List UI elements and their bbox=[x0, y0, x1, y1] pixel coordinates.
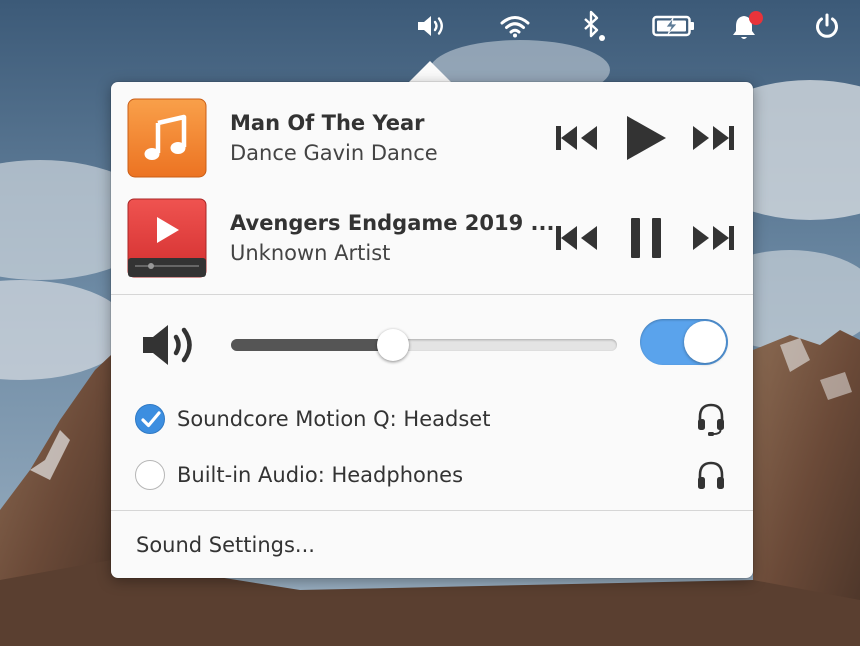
track-title: Avengers Endgame 2019 ... bbox=[230, 211, 555, 235]
separator bbox=[111, 294, 753, 295]
volume-slider-fill bbox=[231, 339, 394, 351]
power-indicator[interactable] bbox=[809, 9, 845, 43]
top-panel bbox=[0, 0, 860, 52]
notifications-indicator[interactable] bbox=[729, 9, 765, 43]
bluetooth-indicator[interactable] bbox=[576, 9, 612, 43]
track-artist: Dance Gavin Dance bbox=[230, 141, 438, 165]
next-button[interactable] bbox=[689, 114, 737, 162]
wifi-indicator[interactable] bbox=[497, 9, 533, 43]
switch-knob bbox=[684, 321, 726, 363]
battery-indicator[interactable] bbox=[651, 9, 697, 43]
notifications-icon bbox=[733, 11, 763, 39]
play-button[interactable] bbox=[620, 114, 672, 162]
separator bbox=[111, 510, 753, 511]
bluetooth-icon bbox=[584, 10, 605, 41]
volume-slider-handle[interactable] bbox=[377, 329, 410, 361]
pause-icon bbox=[631, 218, 661, 258]
volume-slider[interactable] bbox=[231, 327, 617, 363]
power-icon bbox=[816, 13, 838, 38]
device-radio-unselected[interactable] bbox=[135, 460, 165, 490]
sound-popover: Man Of The Year Dance Gavin Dance Avenge… bbox=[111, 82, 753, 578]
music-note-icon[interactable] bbox=[127, 98, 207, 178]
volume-indicator[interactable] bbox=[414, 9, 450, 43]
popover-arrow bbox=[408, 61, 452, 83]
headset-icon bbox=[698, 403, 724, 436]
device-label: Built-in Audio: Headphones bbox=[177, 463, 464, 487]
device-radio-selected[interactable] bbox=[135, 404, 165, 434]
volume-icon bbox=[418, 16, 443, 36]
speaker-icon[interactable] bbox=[141, 322, 203, 368]
media-player-music: Man Of The Year Dance Gavin Dance bbox=[127, 98, 737, 178]
track-title: Man Of The Year bbox=[230, 111, 425, 135]
battery-charging-icon bbox=[652, 15, 694, 37]
skip-next-icon bbox=[693, 226, 734, 250]
skip-previous-icon bbox=[556, 226, 597, 250]
skip-previous-icon bbox=[556, 126, 597, 150]
volume-slider-trough bbox=[231, 339, 617, 351]
next-button[interactable] bbox=[689, 214, 737, 262]
previous-button[interactable] bbox=[553, 214, 601, 262]
skip-next-icon bbox=[693, 126, 734, 150]
video-play-icon[interactable] bbox=[127, 198, 207, 278]
headphones-icon bbox=[698, 461, 724, 489]
wifi-icon bbox=[500, 16, 530, 38]
checkmark-icon bbox=[141, 411, 161, 428]
device-label: Soundcore Motion Q: Headset bbox=[177, 407, 491, 431]
output-device-headset[interactable]: Soundcore Motion Q: Headset bbox=[133, 399, 733, 439]
pause-button[interactable] bbox=[620, 214, 672, 262]
volume-mute-switch[interactable] bbox=[640, 319, 728, 365]
sound-settings-button[interactable]: Sound Settings... bbox=[111, 516, 753, 576]
play-icon bbox=[627, 116, 666, 160]
previous-button[interactable] bbox=[553, 114, 601, 162]
media-player-video: Avengers Endgame 2019 ... Unknown Artist bbox=[127, 198, 737, 278]
sound-settings-label: Sound Settings... bbox=[136, 533, 315, 557]
track-artist: Unknown Artist bbox=[230, 241, 391, 265]
output-device-headphones[interactable]: Built-in Audio: Headphones bbox=[133, 455, 733, 495]
